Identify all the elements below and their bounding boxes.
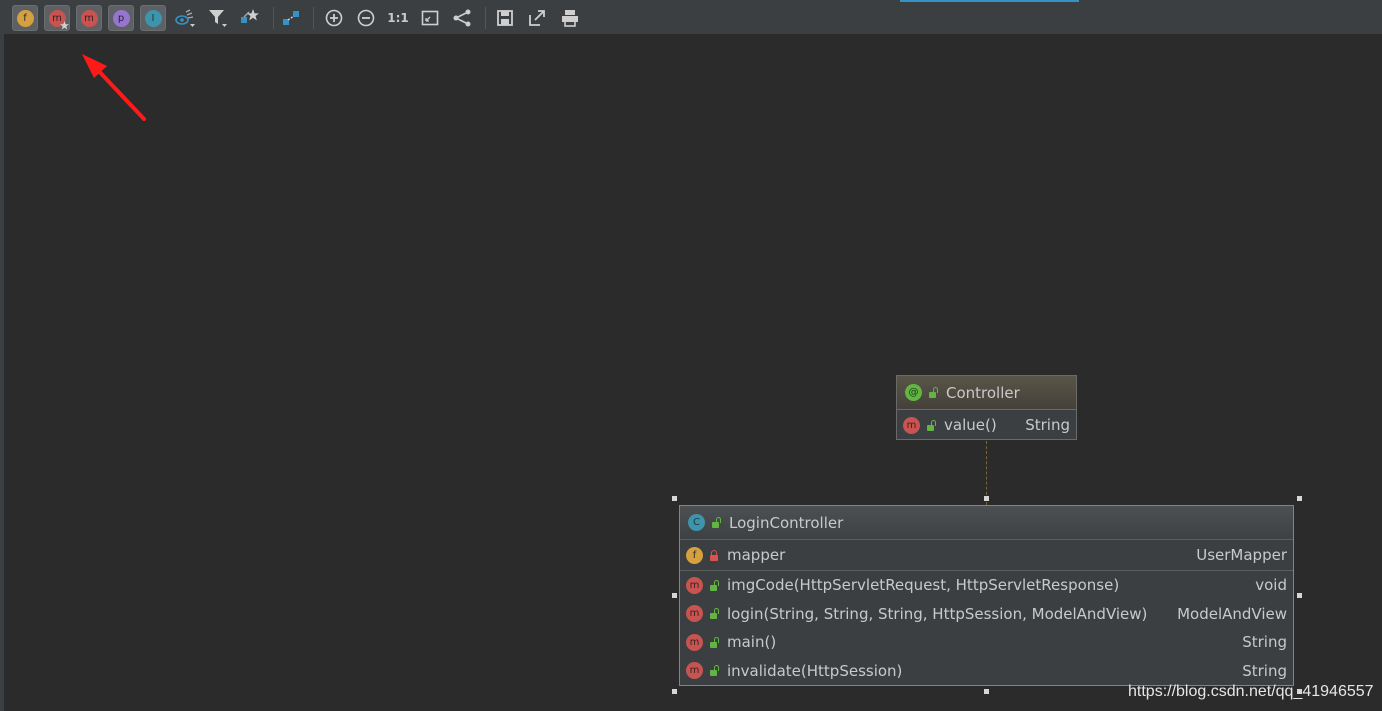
export-button[interactable] (524, 5, 550, 31)
layout-icon (453, 9, 471, 27)
actual-size-label: 1:1 (387, 11, 409, 25)
fit-content-icon (421, 10, 439, 26)
method-row[interactable]: m login(String, String, String, HttpSess… (680, 600, 1293, 629)
star-scope-icon (241, 9, 259, 23)
public-lock-icon (708, 608, 719, 620)
eye-icon (175, 9, 195, 27)
login-controller-class-node[interactable]: C LoginController f mapper UserMapper m … (679, 505, 1294, 686)
field-icon: f (686, 546, 703, 564)
method-icon: m (903, 416, 920, 434)
zoom-out-button[interactable] (353, 5, 379, 31)
method-icon: m (686, 605, 703, 623)
member-row[interactable]: m value() String (897, 410, 1076, 440)
save-button[interactable] (492, 5, 518, 31)
method-icon: m (686, 576, 703, 594)
public-lock-icon (708, 665, 719, 677)
dependencies-icon (283, 11, 299, 25)
public-lock-icon (925, 420, 936, 431)
method-return-type: String (1242, 633, 1287, 652)
node-title: LoginController (729, 513, 844, 532)
public-lock-icon (927, 387, 938, 398)
resize-handle[interactable] (984, 689, 989, 694)
filter-icon (209, 10, 227, 27)
print-button[interactable] (557, 5, 583, 31)
zoom-out-icon (357, 9, 375, 27)
public-lock-icon (708, 580, 719, 591)
print-icon (562, 10, 578, 27)
diagram-toolbar: f m m p I 1:1 (4, 0, 1382, 35)
fields-section: f mapper UserMapper (680, 540, 1293, 571)
method-name: main() (727, 633, 777, 652)
member-name: value() (944, 416, 997, 434)
actual-size-button[interactable]: 1:1 (385, 5, 411, 31)
method-return-type: String (1242, 661, 1287, 680)
member-type: String (1025, 416, 1070, 434)
apply-layout-button[interactable] (449, 5, 475, 31)
show-dependencies-button[interactable] (278, 5, 304, 31)
resize-handle[interactable] (1297, 593, 1302, 598)
method-name: invalidate(HttpSession) (727, 661, 903, 680)
method-row[interactable]: m imgCode(HttpServletRequest, HttpServle… (680, 571, 1293, 600)
field-name: mapper (727, 546, 786, 564)
node-header: @ Controller (897, 376, 1076, 410)
resize-handle[interactable] (672, 593, 677, 598)
zoom-in-button[interactable] (321, 5, 347, 31)
class-icon: C (688, 514, 705, 531)
toolbar-separator (273, 7, 274, 29)
resize-handle[interactable] (1297, 496, 1302, 501)
resize-handle[interactable] (672, 689, 677, 694)
annotation-icon: @ (905, 384, 922, 401)
method-return-type: ModelAndView (1177, 604, 1287, 623)
red-arrow-annotation (82, 54, 146, 121)
watermark: https://blog.csdn.net/qq_41946557 (1128, 683, 1374, 700)
node-header: C LoginController (680, 506, 1293, 540)
field-row[interactable]: f mapper UserMapper (680, 540, 1293, 571)
private-lock-icon (708, 549, 719, 561)
method-row[interactable]: m main() String (680, 628, 1293, 657)
method-icon: m (686, 662, 703, 680)
method-name: imgCode(HttpServletRequest, HttpServletR… (727, 576, 1120, 595)
method-name: login(String, String, String, HttpSessio… (727, 604, 1148, 623)
zoom-in-icon (325, 9, 343, 27)
active-tab-indicator (900, 0, 1079, 2)
toolbar-separator (313, 7, 314, 29)
scope-button[interactable] (237, 5, 263, 31)
public-lock-icon (708, 637, 719, 648)
export-icon (529, 10, 545, 26)
method-return-type: void (1255, 576, 1287, 595)
resize-handle[interactable] (672, 496, 677, 501)
filter-button[interactable] (205, 5, 231, 31)
resize-handle[interactable] (984, 496, 989, 501)
node-title: Controller (946, 383, 1020, 402)
method-row[interactable]: m invalidate(HttpSession) String (680, 657, 1293, 686)
public-lock-icon (710, 517, 721, 528)
save-icon (497, 10, 513, 26)
method-icon: m (686, 633, 703, 651)
toolbar-separator (485, 7, 486, 29)
controller-annotation-node[interactable]: @ Controller m value() String (896, 375, 1077, 440)
methods-section: m imgCode(HttpServletRequest, HttpServle… (680, 571, 1293, 685)
field-type: UserMapper (1196, 546, 1287, 564)
change-visibility-level-button[interactable] (172, 5, 198, 31)
fit-content-button[interactable] (417, 5, 443, 31)
